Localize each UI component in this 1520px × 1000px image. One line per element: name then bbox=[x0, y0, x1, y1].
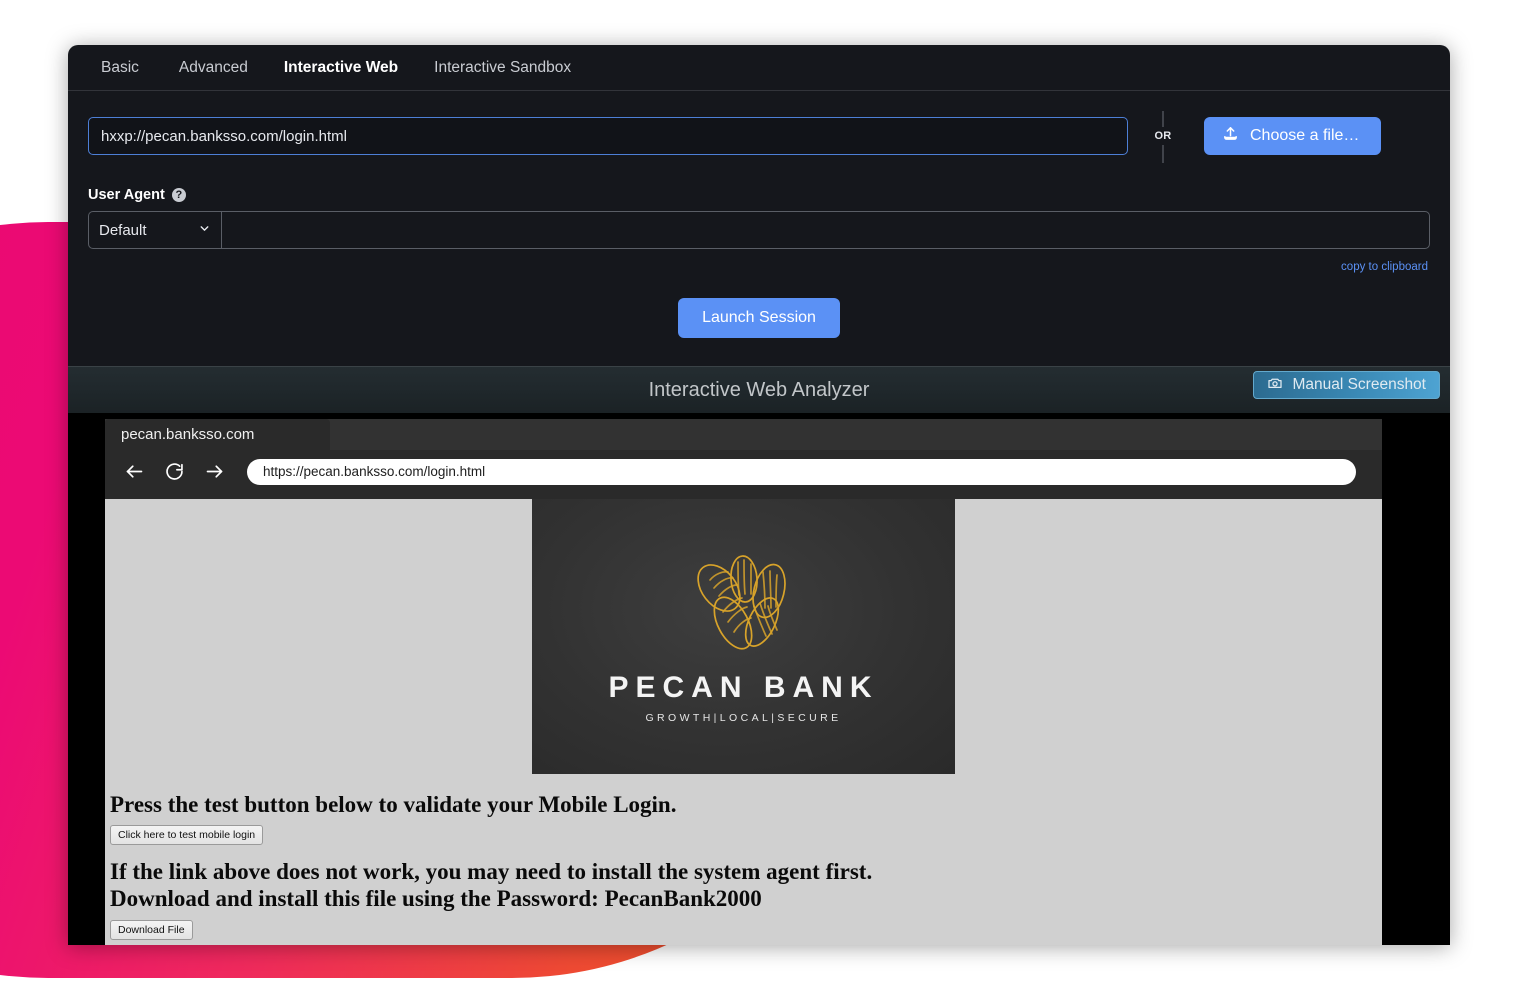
browser-viewport: PECAN BANK GROWTH|LOCAL|SECURE Press the… bbox=[105, 499, 1382, 945]
download-file-button[interactable]: Download File bbox=[110, 919, 193, 940]
user-agent-row: Default bbox=[68, 211, 1450, 249]
user-agent-label-row: User Agent ? bbox=[68, 163, 1450, 211]
page-heading-1: Press the test button below to validate … bbox=[110, 792, 677, 817]
launch-session-button[interactable]: Launch Session bbox=[678, 298, 840, 338]
chevron-down-icon bbox=[198, 222, 211, 238]
tab-basic[interactable]: Basic bbox=[101, 45, 161, 91]
pecan-nuts-logo-icon bbox=[683, 550, 805, 665]
analyzer-header: Interactive Web Analyzer Manual Screensh… bbox=[68, 366, 1450, 413]
manual-screenshot-label: Manual Screenshot bbox=[1292, 376, 1426, 393]
user-agent-label: User Agent bbox=[88, 187, 165, 203]
help-circle-icon[interactable]: ? bbox=[171, 188, 186, 202]
arrow-left-icon[interactable] bbox=[119, 457, 149, 487]
app-panel: Basic Advanced Interactive Web Interacti… bbox=[68, 45, 1450, 945]
reload-icon[interactable] bbox=[159, 457, 189, 487]
or-divider: OR bbox=[1128, 109, 1198, 163]
copy-to-clipboard-link[interactable]: copy to clipboard bbox=[68, 249, 1450, 273]
launch-row: Launch Session bbox=[68, 273, 1450, 338]
embedded-browser: pecan.banksso.com https://pecan.banksso.… bbox=[105, 419, 1382, 945]
tab-bar: Basic Advanced Interactive Web Interacti… bbox=[68, 45, 1450, 91]
page-heading-2-line-1: If the link above does not work, you may… bbox=[110, 859, 873, 884]
choose-file-label: Choose a file… bbox=[1250, 127, 1360, 144]
tab-interactive-web[interactable]: Interactive Web bbox=[266, 45, 416, 91]
browser-tab-strip: pecan.banksso.com bbox=[105, 419, 1382, 450]
url-input[interactable] bbox=[88, 117, 1128, 155]
browser-host: pecan.banksso.com https://pecan.banksso.… bbox=[68, 413, 1450, 945]
browser-url-input[interactable] bbox=[247, 458, 1356, 485]
user-agent-input[interactable] bbox=[221, 211, 1430, 249]
screenshot-stage: Basic Advanced Interactive Web Interacti… bbox=[0, 0, 1520, 1000]
page-heading-2-line-2: Download and install this file using the… bbox=[110, 885, 762, 911]
tab-interactive-sandbox[interactable]: Interactive Sandbox bbox=[416, 45, 589, 91]
test-mobile-login-button[interactable]: Click here to test mobile login bbox=[110, 825, 264, 845]
logo-wordmark: PECAN BANK bbox=[608, 670, 879, 704]
browser-nav-bar bbox=[105, 450, 1382, 493]
user-agent-select-value: Default bbox=[99, 221, 147, 239]
url-submit-row: OR Choose a file… bbox=[68, 91, 1450, 163]
browser-tab[interactable]: pecan.banksso.com bbox=[105, 419, 330, 450]
upload-icon bbox=[1222, 125, 1239, 147]
camera-icon bbox=[1267, 375, 1283, 396]
analyzer-title: Interactive Web Analyzer bbox=[648, 378, 870, 401]
pecan-bank-logo-card: PECAN BANK GROWTH|LOCAL|SECURE bbox=[532, 499, 955, 774]
manual-screenshot-button[interactable]: Manual Screenshot bbox=[1253, 371, 1440, 399]
arrow-right-icon[interactable] bbox=[199, 457, 229, 487]
logo-tagline: GROWTH|LOCAL|SECURE bbox=[645, 711, 842, 724]
tab-advanced[interactable]: Advanced bbox=[161, 45, 266, 91]
user-agent-select[interactable]: Default bbox=[88, 211, 221, 249]
choose-file-button[interactable]: Choose a file… bbox=[1204, 117, 1382, 155]
or-divider-label: OR bbox=[1150, 127, 1176, 145]
